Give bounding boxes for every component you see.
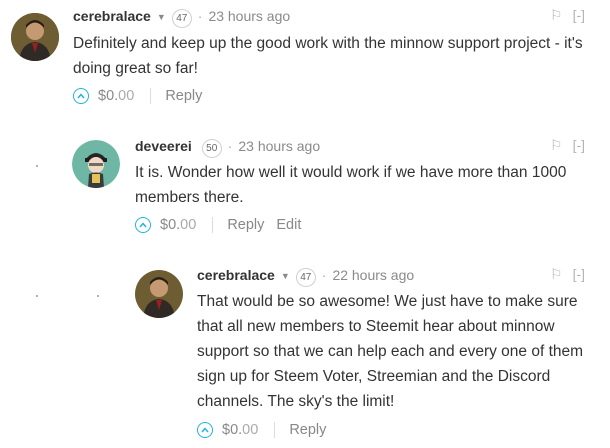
timestamp[interactable]: 23 hours ago (238, 138, 320, 154)
author-name[interactable]: cerebralace (73, 8, 151, 24)
flag-icon[interactable]: ⚐ (550, 137, 563, 153)
collapse-toggle[interactable]: [-] (573, 137, 585, 153)
reputation-badge: 47 (171, 9, 192, 28)
author-name[interactable]: cerebralace (197, 267, 275, 283)
flag-icon[interactable]: ⚐ (550, 7, 563, 23)
avatar[interactable] (72, 140, 120, 188)
author-name[interactable]: deveerei (135, 138, 192, 154)
flag-icon[interactable]: ⚐ (550, 266, 563, 282)
timestamp[interactable]: 23 hours ago (208, 8, 290, 24)
user-avatar-icon (11, 13, 59, 61)
payout-value[interactable]: $0.00 (98, 88, 134, 104)
comment-body: Definitely and keep up the good work wit… (73, 35, 583, 77)
reply-link[interactable]: Reply (227, 217, 264, 233)
footer-divider (274, 422, 276, 438)
collapse-toggle[interactable]: [-] (573, 7, 585, 23)
payout-value[interactable]: $0.00 (160, 217, 196, 233)
upvote-icon[interactable] (73, 88, 89, 104)
author-dropdown-icon[interactable]: ▼ (157, 8, 166, 26)
avatar[interactable] (11, 13, 59, 61)
timestamp[interactable]: 22 hours ago (332, 267, 414, 283)
thread-indent-marker (36, 295, 38, 297)
avatar[interactable] (135, 270, 183, 318)
separator-dot: · (227, 138, 233, 154)
reply-link[interactable]: Reply (289, 422, 326, 438)
comment-body: It is. Wonder how well it would work if … (135, 164, 567, 206)
reputation-badge: 50 (201, 139, 222, 158)
user-avatar-icon (135, 270, 183, 318)
thread-indent-marker (97, 295, 99, 297)
author-dropdown-icon[interactable]: ▼ (281, 267, 290, 285)
separator-dot: · (321, 267, 327, 283)
reply-link[interactable]: Reply (165, 88, 202, 104)
payout-value[interactable]: $0.00 (222, 422, 258, 438)
user-avatar-icon (72, 140, 120, 188)
upvote-icon[interactable] (197, 422, 213, 438)
upvote-icon[interactable] (135, 217, 151, 233)
reputation-badge: 47 (295, 268, 316, 287)
edit-link[interactable]: Edit (276, 217, 301, 233)
comment-body: That would be so awesome! We just have t… (197, 293, 584, 410)
footer-divider (150, 88, 152, 104)
collapse-toggle[interactable]: [-] (573, 266, 585, 282)
footer-divider (212, 217, 214, 233)
thread-indent-marker (36, 165, 38, 167)
separator-dot: · (197, 8, 203, 24)
